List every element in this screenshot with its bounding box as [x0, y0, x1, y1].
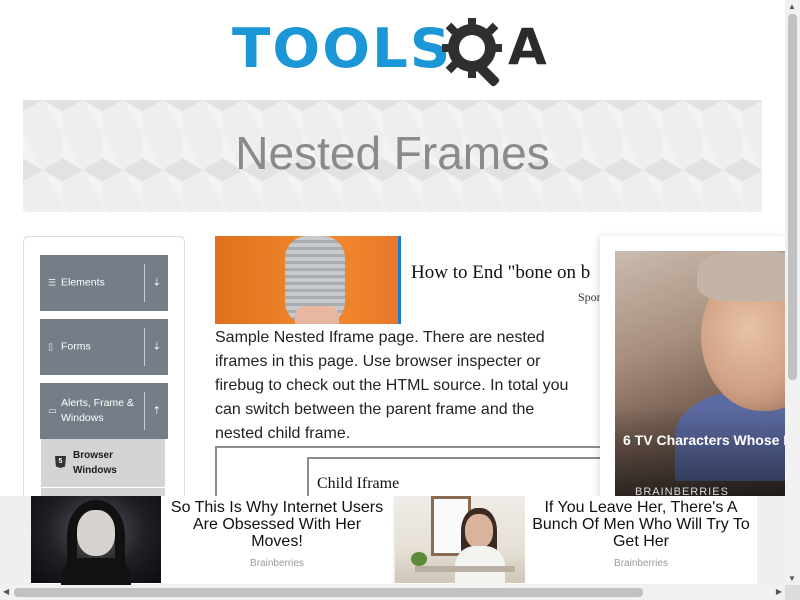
ad-accent-bar [398, 236, 401, 324]
divider [144, 328, 145, 366]
face-shape [77, 510, 115, 556]
scroll-up-arrow-icon[interactable]: ▲ [788, 2, 796, 11]
group-label: Forms [61, 340, 91, 353]
face-shape [465, 514, 493, 548]
window-icon: ▭ [48, 405, 57, 416]
collapse-arrow-icon: ⇡ [152, 405, 161, 417]
table-shape [415, 566, 515, 572]
page-description: Sample Nested Iframe page. There are nes… [215, 329, 569, 442]
vertical-scrollbar[interactable]: ▲ ▼ [785, 0, 800, 585]
menu-item-label: Browser Windows [73, 450, 117, 476]
child-iframe-text: Child Iframe [317, 475, 400, 492]
ad-image [215, 236, 398, 324]
scrollbar-corner [785, 585, 800, 600]
group-alerts-frame-windows[interactable]: ▭ Alerts, Frame & Windows ⇡ [40, 383, 168, 439]
ad-title[interactable]: 6 TV Characters Whose Have Made The Show… [623, 432, 785, 448]
hamburger-icon: ☰ [48, 277, 57, 288]
divider [144, 264, 145, 302]
plant-shape [411, 552, 427, 566]
vertical-scroll-thumb[interactable] [788, 14, 797, 380]
left-panel: ☰ Elements ⇣ ▯ Forms ⇣ ▭ Alerts, Frame &… [23, 236, 185, 536]
ad-banner-top[interactable]: How to End "bone on b Spon [215, 236, 601, 324]
page: TOOLS A Nested Frames ☰ Elements ⇣ ▯ For… [0, 0, 800, 600]
expand-arrow-icon: ⇣ [152, 341, 161, 353]
scroll-left-arrow-icon[interactable]: ◀ [3, 587, 9, 596]
html5-icon: 5 [55, 456, 66, 468]
page-title: Nested Frames [235, 127, 550, 179]
logo-text-a: A [508, 18, 547, 76]
ad-sidebar-right[interactable]: 6 TV Characters Whose Have Made The Show… [600, 236, 785, 516]
bottom-ad-1[interactable]: So This Is Why Internet Users Are Obsess… [31, 496, 393, 588]
horizontal-scroll-thumb[interactable] [14, 588, 643, 597]
ad-sponsor: Spon [578, 290, 601, 304]
group-label: Elements [61, 276, 105, 289]
logo-text-tools: TOOLS [232, 17, 453, 80]
bottom-ad-bar: So This Is Why Internet Users Are Obsess… [0, 496, 785, 588]
gear-magnifier-icon [442, 18, 502, 87]
horizontal-scrollbar[interactable]: ◀ ▶ [0, 585, 785, 600]
ad-title[interactable]: If You Leave Her, There's A Bunch Of Men… [529, 499, 753, 550]
ad-brand: Brainberries [614, 558, 668, 569]
divider [144, 392, 145, 430]
scroll-right-arrow-icon[interactable]: ▶ [776, 587, 782, 596]
scroll-down-arrow-icon[interactable]: ▼ [788, 574, 796, 583]
group-label: Alerts, Frame & Windows [61, 397, 134, 424]
menu-item-browser-windows[interactable]: 5 Browser Windows [41, 439, 165, 487]
hair-shape [697, 251, 785, 301]
group-elements[interactable]: ☰ Elements ⇣ [40, 255, 168, 311]
ad-title[interactable]: How to End "bone on b [411, 262, 590, 284]
page-banner: Nested Frames [23, 100, 762, 212]
group-forms[interactable]: ▯ Forms ⇣ [40, 319, 168, 375]
ad-title[interactable]: So This Is Why Internet Users Are Obsess… [165, 499, 389, 550]
expand-arrow-icon: ⇣ [152, 277, 161, 289]
leg-image [295, 306, 339, 324]
ad-brand: Brainberries [250, 558, 304, 569]
ad-image [395, 496, 525, 586]
toolsqa-logo[interactable]: TOOLS A [232, 14, 562, 92]
ad-image [31, 496, 161, 588]
document-icon: ▯ [48, 341, 53, 352]
bottom-ad-2[interactable]: If You Leave Her, There's A Bunch Of Men… [395, 496, 757, 586]
